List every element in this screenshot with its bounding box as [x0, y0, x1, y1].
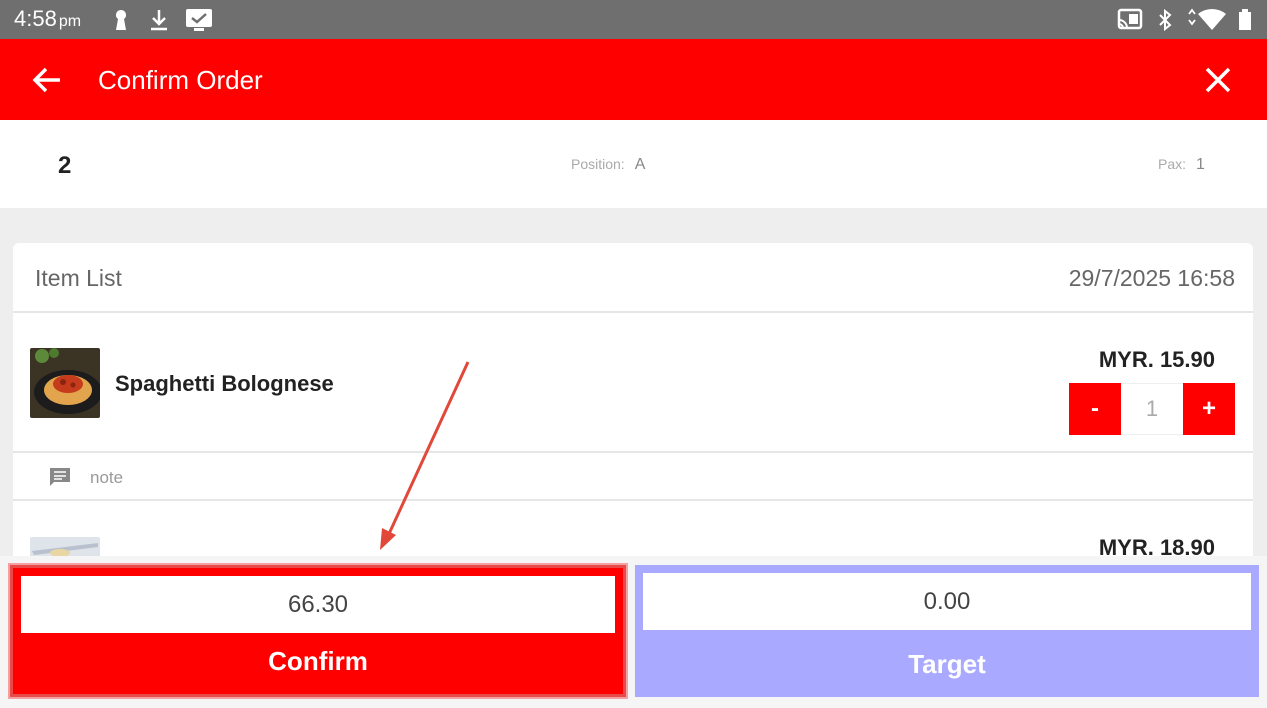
pax-value: 1 [1196, 156, 1205, 173]
pax-label: Pax: [1158, 156, 1187, 172]
app-bar: Confirm Order [0, 39, 1267, 120]
decrease-quantity-button[interactable]: - [1069, 383, 1121, 435]
pax-info: Pax: 1 [1158, 156, 1205, 174]
order-date: 29/7/2025 16:58 [1068, 265, 1235, 291]
status-time: 4:58 pm [14, 6, 81, 32]
battery-icon [1239, 9, 1251, 30]
status-time-value: 4:58 [14, 6, 57, 31]
food-thumbnail [30, 348, 100, 418]
table-number: 2 [58, 152, 72, 179]
confirm-amount: 66.30 [21, 576, 615, 633]
download-icon [151, 10, 167, 31]
position-info: Position: A [571, 156, 645, 174]
list-item: Spaghetti Bolognese MYR. 15.90 - 1 + [13, 313, 1253, 451]
page-title: Confirm Order [98, 65, 263, 95]
target-amount: 0.00 [643, 573, 1251, 630]
position-label: Position: [571, 156, 625, 172]
confirm-label: Confirm [268, 645, 368, 676]
order-info-bar: 2 Position: A Pax: 1 [0, 120, 1267, 208]
increase-quantity-button[interactable]: + [1183, 383, 1235, 435]
item-list-card: Item List 29/7/2025 16:58 Spaghetti Bolo… [13, 243, 1253, 573]
item-list-header: Item List 29/7/2025 16:58 [13, 243, 1253, 313]
back-arrow-icon[interactable] [30, 63, 64, 97]
close-icon[interactable] [1201, 63, 1235, 97]
item-price: MYR. 15.90 [1098, 347, 1215, 372]
quantity-stepper: - 1 + [1069, 383, 1235, 435]
quantity-value[interactable]: 1 [1121, 383, 1183, 435]
spaghetti-image-icon [30, 348, 100, 418]
status-bar: 4:58 pm [0, 0, 1267, 39]
target-button[interactable]: 0.00 Target [635, 565, 1259, 697]
confirm-button[interactable]: 66.30 Confirm [10, 565, 626, 697]
keyhole-icon [116, 10, 126, 30]
comment-icon [50, 468, 70, 486]
note-row[interactable]: note [13, 451, 1253, 501]
target-label: Target [908, 648, 986, 679]
note-placeholder: note [90, 468, 124, 487]
bluetooth-icon [1159, 8, 1172, 32]
item-list-title: Item List [35, 265, 122, 291]
wifi-icon [1188, 8, 1226, 31]
status-time-ampm: pm [58, 13, 82, 30]
screen-check-icon [186, 9, 212, 31]
payment-footer: 66.30 Confirm 0.00 Target [0, 556, 1267, 708]
cast-icon [1117, 8, 1143, 30]
item-name: Spaghetti Bolognese [115, 371, 334, 396]
position-value: A [634, 156, 646, 173]
